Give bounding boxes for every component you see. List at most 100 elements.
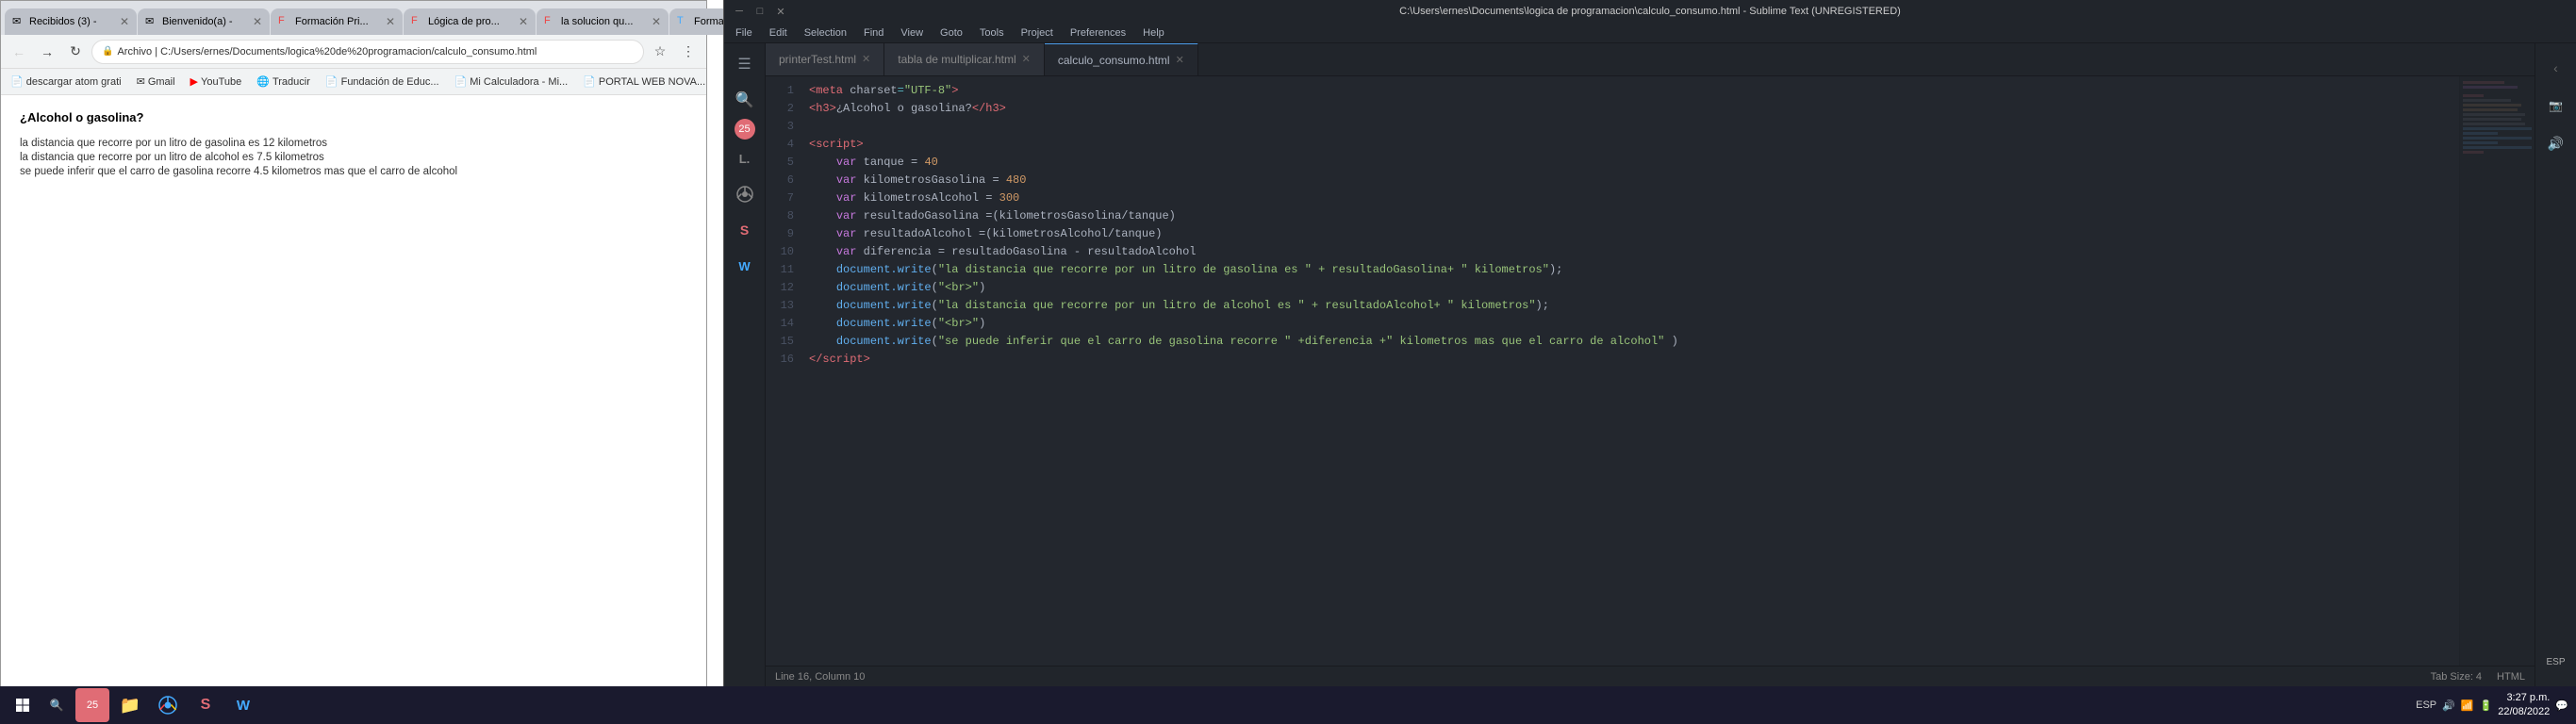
sidebar-num-badge[interactable]: 25: [735, 119, 755, 140]
system-time: 3:27 p.m.: [2498, 691, 2550, 705]
taskbar-app-files[interactable]: 📁: [113, 688, 147, 722]
bookmark-label: Traducir: [272, 76, 310, 88]
tab-bienvenido[interactable]: ✉ Bienvenido(a) - ✕: [138, 8, 270, 35]
bookmark-star-button[interactable]: ☆: [648, 40, 672, 64]
tab-formacion-pri[interactable]: F Formación Pri... ✕: [271, 8, 403, 35]
bookmark-gmail[interactable]: ✉ Gmail: [133, 74, 179, 90]
bookmark-icon: 📄: [583, 75, 596, 88]
line-numbers: 1 2 3 4 5 6 7 8 9 10 11 12 13 14 15 16: [766, 76, 801, 666]
bookmark-label: descargar atom grati: [26, 76, 122, 88]
sidebar-s-icon[interactable]: S: [728, 213, 762, 247]
page-line-3: se puede inferir que el carro de gasolin…: [20, 166, 687, 177]
network-tray-icon[interactable]: 📶: [2461, 699, 2474, 712]
tab-title: Formación Pri...: [295, 16, 382, 27]
editor-tab-printertest[interactable]: printerTest.html ✕: [766, 43, 884, 75]
editor-tab-calculo[interactable]: calculo_consumo.html ✕: [1045, 43, 1198, 75]
taskbar: 🔍 25 📁 S W ESP 🔊 📶 🔋 3:27 p.m. 22/08/202…: [0, 686, 2576, 724]
sublime-menu-bar: File Edit Selection Find View Goto Tools…: [724, 23, 2576, 43]
right-lang-label[interactable]: ESP: [2539, 645, 2573, 679]
address-text: Archivo | C:/Users/ernes/Documents/logic…: [117, 46, 634, 58]
notification-icon[interactable]: 💬: [2555, 699, 2568, 712]
refresh-button[interactable]: ↻: [63, 40, 88, 64]
forward-button[interactable]: →: [35, 40, 59, 64]
bookmark-atom[interactable]: 📄 descargar atom grati: [7, 74, 125, 90]
keyboard-layout-label: ESP: [2416, 699, 2436, 711]
cursor-position: Line 16, Column 10: [775, 671, 865, 683]
editor-tab-close-icon[interactable]: ✕: [1176, 54, 1184, 66]
tab-solucion[interactable]: F la solucion qu... ✕: [537, 8, 669, 35]
sidebar-w-icon[interactable]: W: [728, 249, 762, 283]
browser-content: ¿Alcohol o gasolina? la distancia que re…: [1, 95, 706, 686]
page-line-1: la distancia que recorre por un litro de…: [20, 138, 687, 149]
menu-project[interactable]: Project: [1014, 25, 1061, 41]
bookmark-calculadora[interactable]: 📄 Mi Calculadora - Mi...: [451, 74, 572, 90]
tab-title: Lógica de pro...: [428, 16, 515, 27]
page-line-2: la distancia que recorre por un litro de…: [20, 152, 687, 163]
tab-favicon: F: [278, 15, 291, 28]
settings-button[interactable]: ⋮: [676, 40, 701, 64]
speaker-tray-icon[interactable]: 🔊: [2442, 699, 2455, 712]
bookmark-label: Mi Calculadora - Mi...: [470, 76, 568, 88]
file-type-label: HTML: [2497, 671, 2525, 683]
menu-selection[interactable]: Selection: [797, 25, 854, 41]
menu-tools[interactable]: Tools: [972, 25, 1012, 41]
bookmark-portal[interactable]: 📄 PORTAL WEB NOVA...: [579, 74, 706, 90]
bookmark-label: Gmail: [148, 76, 175, 88]
lock-icon: 🔒: [102, 46, 113, 57]
tab-favicon: T: [677, 15, 690, 28]
sidebar-files-icon[interactable]: ☰: [728, 47, 762, 81]
menu-file[interactable]: File: [728, 25, 760, 41]
sidebar-L-icon[interactable]: L.: [728, 141, 762, 175]
taskbar-app-word[interactable]: W: [226, 688, 260, 722]
right-camera-icon[interactable]: 📷: [2539, 89, 2573, 123]
tab-close-icon[interactable]: ✕: [652, 15, 661, 28]
tab-logica[interactable]: F Lógica de pro... ✕: [404, 8, 536, 35]
code-text[interactable]: <meta charset="UTF-8"> <h3>¿Alcohol o ga…: [801, 76, 2459, 666]
sublime-minimize[interactable]: ─: [732, 6, 747, 18]
battery-tray-icon[interactable]: 🔋: [2480, 699, 2493, 712]
tab-close-icon[interactable]: ✕: [253, 15, 262, 28]
menu-help[interactable]: Help: [1135, 25, 1172, 41]
taskbar-app-sublime[interactable]: S: [189, 688, 223, 722]
page-title: ¿Alcohol o gasolina?: [20, 110, 687, 124]
sublime-close[interactable]: ✕: [773, 6, 788, 18]
right-speaker-icon[interactable]: 🔊: [2539, 126, 2573, 160]
browser-window: ✉ Recibidos (3) - ✕ ✉ Bienvenido(a) - ✕ …: [0, 0, 707, 686]
sidebar-chrome-icon[interactable]: [728, 177, 762, 211]
youtube-icon: ▶: [190, 75, 198, 88]
browser-nav-bar: ← → ↻ 🔒 Archivo | C:/Users/ernes/Documen…: [1, 35, 706, 69]
editor-main: printerTest.html ✕ tabla de multiplicar.…: [766, 43, 2535, 686]
tab-favicon: ✉: [12, 15, 25, 28]
address-bar[interactable]: 🔒 Archivo | C:/Users/ernes/Documents/log…: [91, 40, 644, 64]
search-taskbar-button[interactable]: 🔍: [41, 690, 72, 720]
editor-tab-label: printerTest.html: [779, 53, 856, 66]
editor-tab-multiplicar[interactable]: tabla de multiplicar.html ✕: [884, 43, 1045, 75]
tab-close-icon[interactable]: ✕: [120, 15, 129, 28]
tab-close-icon[interactable]: ✕: [386, 15, 395, 28]
back-button[interactable]: ←: [7, 40, 31, 64]
editor-tab-close-icon[interactable]: ✕: [862, 53, 870, 65]
right-collapse-icon[interactable]: ‹: [2539, 51, 2573, 85]
system-tray: ESP 🔊 📶 🔋 3:27 p.m. 22/08/2022 💬: [2416, 691, 2568, 720]
menu-find[interactable]: Find: [856, 25, 891, 41]
bookmark-traducir[interactable]: 🌐 Traducir: [253, 74, 314, 90]
sublime-title-text: C:\Users\ernes\Documents\logica de progr…: [788, 6, 2512, 17]
sublime-maximize[interactable]: □: [752, 6, 768, 18]
menu-edit[interactable]: Edit: [762, 25, 795, 41]
code-editor-area[interactable]: 1 2 3 4 5 6 7 8 9 10 11 12 13 14 15 16: [766, 76, 2535, 666]
sublime-tabs: printerTest.html ✕ tabla de multiplicar.…: [766, 43, 2535, 76]
tab-recibidos[interactable]: ✉ Recibidos (3) - ✕: [5, 8, 137, 35]
taskbar-app-chrome[interactable]: [151, 688, 185, 722]
sublime-right-panel: ‹ 📷 🔊 ESP: [2535, 43, 2576, 686]
menu-goto[interactable]: Goto: [933, 25, 970, 41]
editor-tab-close-icon[interactable]: ✕: [1022, 53, 1031, 65]
taskbar-app-badge[interactable]: 25: [75, 688, 109, 722]
system-clock: 3:27 p.m. 22/08/2022: [2498, 691, 2550, 720]
menu-view[interactable]: View: [893, 25, 931, 41]
sidebar-search-icon[interactable]: 🔍: [728, 83, 762, 117]
start-button[interactable]: [8, 690, 38, 720]
tab-close-icon[interactable]: ✕: [519, 15, 528, 28]
bookmark-youtube[interactable]: ▶ YouTube: [187, 74, 246, 90]
menu-preferences[interactable]: Preferences: [1063, 25, 1133, 41]
bookmark-fundacion[interactable]: 📄 Fundación de Educ...: [322, 74, 443, 90]
